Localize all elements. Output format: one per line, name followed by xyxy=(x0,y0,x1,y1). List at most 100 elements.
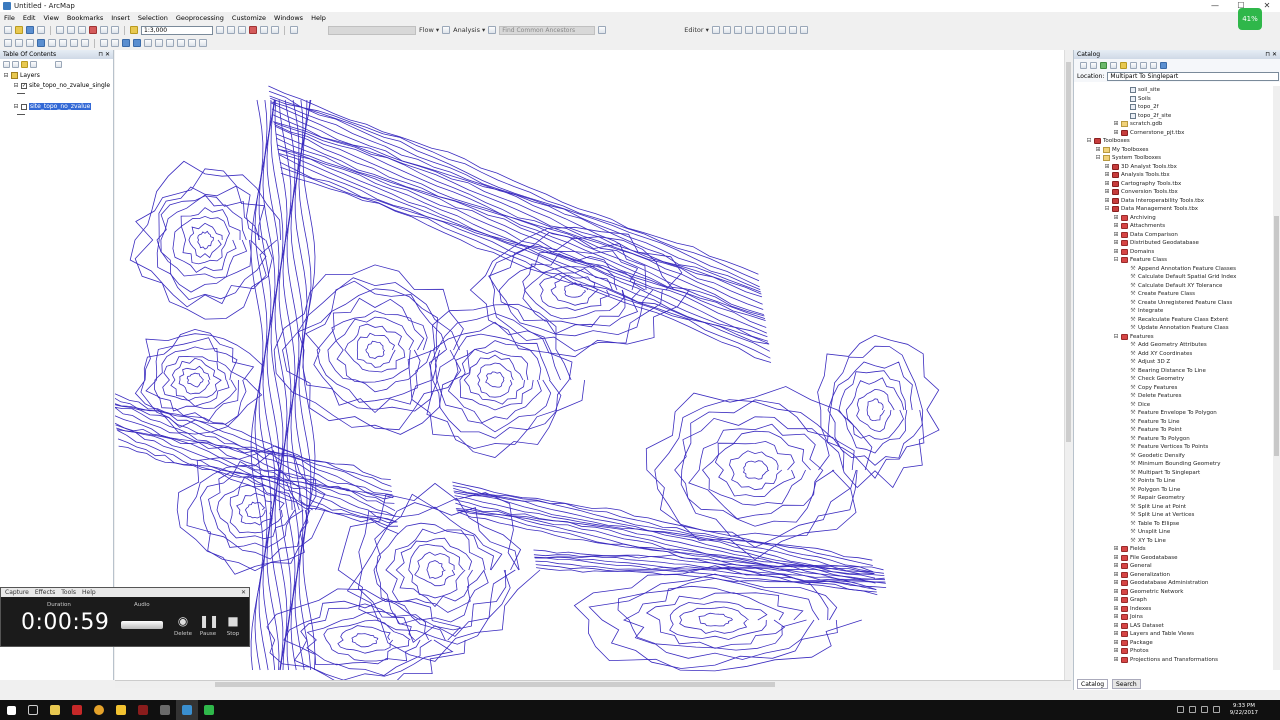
delete-recording-icon[interactable]: ◉ xyxy=(174,612,192,630)
layer-row[interactable]: ⊟ site_topo_no_zvalue xyxy=(3,102,113,111)
catalog-tree-item[interactable]: ⊞ General xyxy=(1077,562,1269,571)
catalog-tree-item[interactable]: ⊞ Geodatabase Administration xyxy=(1077,579,1269,588)
expand-icon[interactable]: ⊞ xyxy=(1113,597,1119,603)
table-of-contents-icon[interactable] xyxy=(227,26,235,34)
catalog-tree-item[interactable]: ⊞ Generalization xyxy=(1077,571,1269,580)
expand-icon[interactable]: ⊞ xyxy=(1113,129,1119,136)
select-elements-icon[interactable] xyxy=(122,39,130,47)
taskbar-arcmap[interactable] xyxy=(176,700,198,720)
recorder-close-icon[interactable]: ✕ xyxy=(241,589,246,596)
menu-customize[interactable]: Customize xyxy=(232,14,266,22)
menu-help[interactable]: Help xyxy=(311,14,326,22)
catalog-tree-item[interactable]: ⚒ Polygon To Line xyxy=(1077,486,1269,495)
catalog-tree-item[interactable]: ⊞ Geometric Network xyxy=(1077,588,1269,597)
find-common-ancestors-field[interactable]: Find Common Ancestors xyxy=(499,25,596,35)
layers-group[interactable]: ⊟ Layers xyxy=(3,71,113,80)
next-extent-icon[interactable] xyxy=(81,39,89,47)
catalog-tree-item[interactable]: topo_2f_site xyxy=(1077,112,1269,121)
recorder-menu-capture[interactable]: Capture xyxy=(5,589,29,596)
taskbar-acrobat[interactable] xyxy=(66,700,88,720)
recorder-menu-tools[interactable]: Tools xyxy=(61,589,76,596)
sketch-properties-icon[interactable] xyxy=(788,26,797,34)
expand-icon[interactable]: ⊞ xyxy=(1113,571,1119,578)
catalog-tree-item[interactable]: ⚒ Dice xyxy=(1077,401,1269,410)
catalog-tree-item[interactable]: ⊞ My Toolboxes xyxy=(1077,146,1269,155)
catalog-tree-item[interactable]: ⊞ Indexes xyxy=(1077,605,1269,614)
flow-tool-icon[interactable] xyxy=(442,26,451,34)
paste-icon[interactable] xyxy=(78,26,86,34)
add-data-icon[interactable] xyxy=(130,26,138,34)
pause-icon[interactable]: ❚❚ xyxy=(199,612,219,630)
collapse-icon[interactable]: ⊟ xyxy=(1113,333,1119,340)
forward-icon[interactable] xyxy=(1090,61,1097,69)
toggle-contents-icon[interactable] xyxy=(1130,61,1137,69)
list-by-drawing-order-icon[interactable] xyxy=(3,60,10,68)
model-builder-icon[interactable] xyxy=(271,26,279,34)
zoom-out-icon[interactable] xyxy=(15,39,23,47)
volume-icon[interactable] xyxy=(1201,706,1208,713)
create-features-icon[interactable] xyxy=(799,26,808,34)
editor-dropdown[interactable]: Editor ▾ xyxy=(684,26,709,34)
catalog-tree-item[interactable]: ⊞ Archiving xyxy=(1077,214,1269,223)
catalog-tree-item[interactable]: ⚒ Table To Ellipse xyxy=(1077,520,1269,529)
toc-close-icon[interactable]: ⊓ ✕ xyxy=(98,50,110,59)
catalog-tree-item[interactable]: ⚒ Feature Envelope To Polygon xyxy=(1077,409,1269,418)
catalog-view-icon[interactable] xyxy=(1150,61,1157,69)
catalog-options-icon[interactable] xyxy=(1140,61,1147,69)
taskbar-adobe[interactable] xyxy=(132,700,154,720)
collapse-icon[interactable]: ⊟ xyxy=(13,82,19,89)
catalog-tree-item[interactable]: ⚒ Split Line at Vertices xyxy=(1077,511,1269,520)
tab-catalog[interactable]: Catalog xyxy=(1077,679,1109,689)
menu-geoprocessing[interactable]: Geoprocessing xyxy=(176,14,224,22)
fixed-zoom-out-icon[interactable] xyxy=(59,39,67,47)
expand-icon[interactable]: ⊞ xyxy=(1113,639,1119,646)
catalog-tree-item[interactable]: ⚒ Multipart To Singlepart xyxy=(1077,469,1269,478)
analysis-dropdown[interactable]: Analysis ▾ xyxy=(453,26,485,34)
catalog-tree-item[interactable]: ⚒ Minimum Bounding Geometry xyxy=(1077,460,1269,469)
print-icon[interactable] xyxy=(37,26,45,34)
list-by-selection-icon[interactable] xyxy=(30,60,37,68)
open-folder-icon[interactable] xyxy=(15,26,23,34)
list-by-source-icon[interactable] xyxy=(12,60,19,68)
flow-dropdown[interactable]: Flow ▾ xyxy=(419,26,439,34)
expand-icon[interactable]: ⊞ xyxy=(1113,214,1119,221)
catalog-tree-item[interactable]: ⚒ Append Annotation Feature Classes xyxy=(1077,265,1269,274)
catalog-tree-item[interactable]: ⚒ Split Line at Point xyxy=(1077,503,1269,512)
catalog-search-icon[interactable] xyxy=(1160,61,1167,69)
catalog-tree-item[interactable]: topo_2f xyxy=(1077,103,1269,112)
catalog-tree-item[interactable]: ⚒ Copy Features xyxy=(1077,384,1269,393)
fixed-zoom-in-icon[interactable] xyxy=(48,39,56,47)
catalog-tree-item[interactable]: ⚒ Recalculate Feature Class Extent xyxy=(1077,316,1269,325)
expand-icon[interactable]: ⊞ xyxy=(1095,146,1101,153)
catalog-tree-item[interactable]: ⚒ Add XY Coordinates xyxy=(1077,350,1269,359)
taskbar-file-explorer[interactable] xyxy=(44,700,66,720)
expand-icon[interactable]: ⊞ xyxy=(1104,172,1110,178)
menu-view[interactable]: View xyxy=(43,14,58,22)
catalog-tree-item[interactable]: ⊞ Data Comparison xyxy=(1077,231,1269,240)
html-popup-icon[interactable] xyxy=(155,39,163,47)
expand-icon[interactable]: ⊞ xyxy=(1104,180,1110,187)
network-icon[interactable] xyxy=(1189,706,1196,713)
catalog-tree-item[interactable]: ⊟ Toolboxes xyxy=(1077,137,1269,146)
collapse-icon[interactable]: ⊟ xyxy=(1086,138,1092,144)
back-icon[interactable] xyxy=(1080,61,1087,69)
catalog-tree-item[interactable]: ⊞ Cornerstone_pjt.tbx xyxy=(1077,129,1269,138)
catalog-tree-item[interactable]: ⚒ Check Geometry xyxy=(1077,375,1269,384)
catalog-tree-item[interactable]: ⊟ System Toolboxes xyxy=(1077,154,1269,163)
recorder-menu-help[interactable]: Help xyxy=(82,589,96,596)
find-icon[interactable] xyxy=(177,39,185,47)
catalog-tree-item[interactable]: ⊞ Projections and Transformations xyxy=(1077,656,1269,665)
rotate-tool-icon[interactable] xyxy=(766,26,775,34)
expand-icon[interactable]: ⊞ xyxy=(1113,121,1119,127)
layer-row[interactable]: ⊟ ✓ site_topo_no_zvalue_single xyxy=(3,81,113,90)
catalog-tree-item[interactable]: Soils xyxy=(1077,95,1269,104)
catalog-close-icon[interactable]: ⊓ ✕ xyxy=(1265,50,1277,59)
catalog-tree-item[interactable]: ⊞ Photos xyxy=(1077,647,1269,656)
menu-insert[interactable]: Insert xyxy=(111,14,130,22)
tray-icon[interactable] xyxy=(1177,706,1184,713)
catalog-tree-item[interactable]: soil_site xyxy=(1077,86,1269,95)
catalog-tree-item[interactable]: ⚒ Feature To Line xyxy=(1077,418,1269,427)
layer-label[interactable]: site_topo_no_zvalue_single xyxy=(29,82,110,89)
catalog-tree-item[interactable]: ⚒ Add Geometry Attributes xyxy=(1077,341,1269,350)
catalog-tree-item[interactable]: ⊞ Distributed Geodatabase xyxy=(1077,239,1269,248)
